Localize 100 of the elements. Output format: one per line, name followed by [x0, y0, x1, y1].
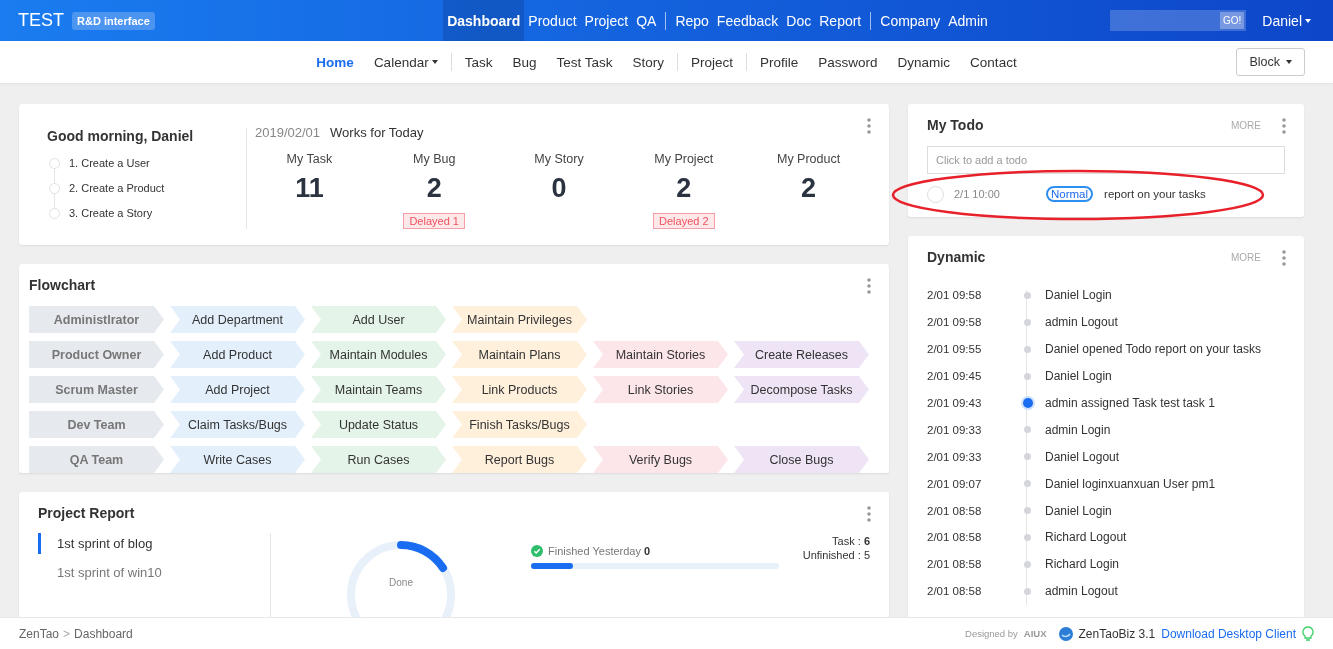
flow-step: Maintain Stories	[593, 341, 728, 368]
dynamic-entry[interactable]: admin Logout	[1045, 584, 1118, 599]
dynamic-entry[interactable]: Richard Login	[1045, 557, 1120, 572]
subnav-link[interactable]: Project	[681, 54, 744, 70]
stat-value[interactable]: 2	[426, 173, 442, 204]
role-step: QA Team	[29, 446, 164, 473]
download-link[interactable]: Download Desktop Client	[1161, 626, 1296, 641]
card-title: Project Report	[38, 505, 135, 521]
dynamic-entry[interactable]: Daniel Logout	[1045, 449, 1120, 464]
nav-tab[interactable]: Company	[876, 0, 945, 41]
dynamic-entry[interactable]: Daniel Login	[1045, 288, 1112, 303]
card-title: Dynamic	[927, 249, 986, 265]
subnav-link[interactable]: Contact	[960, 54, 1027, 70]
flow-step: Verify Bugs	[593, 446, 728, 473]
donut-label: Done	[389, 577, 413, 588]
more-options-icon[interactable]	[867, 278, 871, 294]
nav-tab[interactable]: Feedback	[712, 0, 783, 41]
block-button[interactable]: Block	[1236, 48, 1305, 76]
project-item[interactable]: 1st sprint of win10	[38, 562, 270, 583]
more-options-icon[interactable]	[1282, 250, 1286, 266]
dynamic-time: 2/01 08:58	[927, 531, 983, 544]
stat-value[interactable]: 2	[676, 173, 692, 204]
works-title: Works for Today	[330, 125, 424, 140]
subnav-link[interactable]: Dynamic	[887, 54, 961, 70]
subnav-link[interactable]: Story	[622, 54, 674, 70]
dynamic-time: 2/01 09:58	[927, 289, 983, 302]
breadcrumb-link[interactable]: Dashboard	[74, 626, 133, 641]
priority-tag: Normal	[1046, 186, 1094, 202]
nav-tab[interactable]: Repo	[671, 0, 713, 41]
flow-step: Link Stories	[593, 376, 728, 403]
flow-step: Write Cases	[170, 446, 305, 473]
stat-value[interactable]: 11	[295, 173, 324, 204]
flow-step: Claim Tasks/Bugs	[170, 411, 305, 438]
dynamic-time: 2/01 09:58	[927, 316, 983, 329]
step-link[interactable]: 1. Create a User	[69, 157, 150, 169]
dynamic-time: 2/01 09:33	[927, 423, 983, 436]
stat-label: My Project	[654, 152, 714, 166]
more-options-icon[interactable]	[1282, 118, 1286, 134]
subnav-link[interactable]: Calendar	[363, 54, 448, 70]
flow-step: Maintain Plans	[452, 341, 587, 368]
more-options-icon[interactable]	[867, 118, 871, 134]
flow-step: Add Department	[170, 306, 305, 333]
stat-label: My Product	[777, 152, 841, 166]
dynamic-entry[interactable]: Richard Logout	[1045, 530, 1127, 545]
dynamic-entry[interactable]: admin assigned Task test task 1	[1045, 396, 1215, 410]
dynamic-entry[interactable]: Daniel loginxuanxuan User pm1	[1045, 476, 1216, 491]
greeting: Good morning, Daniel	[47, 128, 194, 144]
dynamic-time: 2/01 09:55	[927, 343, 983, 356]
dynamic-entry[interactable]: Daniel Login	[1045, 503, 1112, 518]
dynamic-time: 2/01 09:43	[927, 397, 983, 409]
flow-step: Maintain Modules	[311, 341, 446, 368]
delayed-tag: Delayed 2	[653, 213, 715, 229]
nav-tab[interactable]: Dashboard	[443, 0, 525, 41]
dynamic-entry[interactable]: Daniel opened Todo report on your tasks	[1045, 342, 1261, 357]
designed-by: Designed by	[965, 628, 1018, 639]
todo-time: 2/1 10:00	[954, 188, 1001, 200]
breadcrumb-link[interactable]: ZenTao	[19, 626, 60, 641]
stat-label: My Task	[286, 152, 333, 166]
flow-step: Maintain Privileges	[452, 306, 587, 333]
user-menu[interactable]: Daniel	[1262, 12, 1311, 29]
dynamic-time: 2/01 08:58	[927, 558, 983, 571]
subnav-link[interactable]: Test Task	[546, 54, 623, 70]
card-title: Flowchart	[29, 277, 96, 293]
subnav-link[interactable]: Profile	[750, 54, 809, 70]
flow-step: Maintain Teams	[311, 376, 446, 403]
subnav-link[interactable]: Task	[454, 54, 503, 70]
nav-tab[interactable]: Admin	[944, 0, 992, 41]
todo-input-field[interactable]: Click to add a todo	[927, 146, 1285, 174]
subnav-link[interactable]: Password	[808, 54, 888, 70]
date: 2019/02/01	[255, 125, 321, 140]
todo-text[interactable]: report on your tasks	[1104, 188, 1206, 200]
nav-tab[interactable]: Product	[524, 0, 581, 41]
more-options-icon[interactable]	[867, 506, 871, 522]
project-item[interactable]: 1st sprint of blog	[38, 533, 270, 554]
flow-step: Close Bugs	[734, 446, 869, 473]
stat-label: My Bug	[413, 152, 456, 166]
globe-logo-icon	[1058, 626, 1073, 641]
subnav-link[interactable]: Bug	[502, 54, 547, 70]
step-link[interactable]: 3. Create a Story	[69, 207, 153, 219]
flow-step: Add Project	[170, 376, 305, 403]
card-title: My Todo	[927, 117, 984, 133]
nav-tab[interactable]: Project	[580, 0, 633, 41]
role-step: Dev Team	[29, 411, 164, 438]
nav-tab[interactable]: Report	[815, 0, 866, 41]
flow-step: Link Products	[452, 376, 587, 403]
brand-name: TEST	[18, 10, 64, 31]
step-link[interactable]: 2. Create a Product	[69, 182, 165, 194]
flow-step: Decompose Tasks	[734, 376, 869, 403]
stat-value[interactable]: 2	[801, 173, 817, 204]
nav-tab[interactable]: QA	[632, 0, 661, 41]
dynamic-time: 2/01 09:07	[927, 477, 983, 490]
subnav-link[interactable]: Home	[306, 54, 364, 70]
dynamic-entry[interactable]: Daniel Login	[1045, 369, 1112, 384]
dynamic-entry[interactable]: admin Login	[1045, 422, 1111, 437]
dynamic-entry[interactable]: admin Logout	[1045, 315, 1118, 330]
stat-value[interactable]: 0	[551, 173, 567, 204]
flow-step: Run Cases	[311, 446, 446, 473]
todo-checkbox[interactable]	[927, 185, 944, 203]
dynamic-time: 2/01 09:45	[927, 370, 983, 383]
nav-tab[interactable]: Doc	[782, 0, 816, 41]
